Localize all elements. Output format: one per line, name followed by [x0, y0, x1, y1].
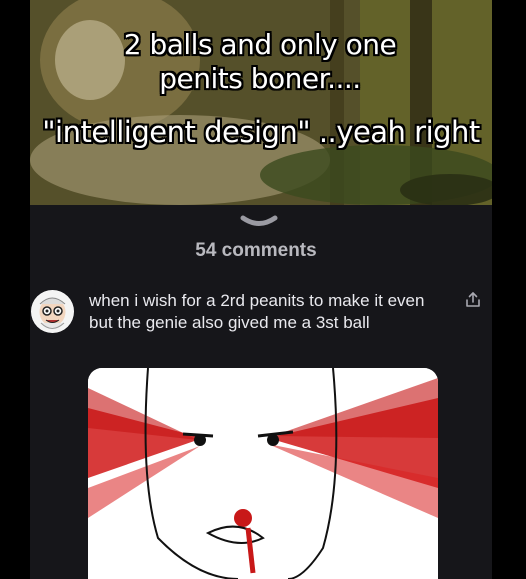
- app-screen: 2 balls and only one penits boner.... "i…: [0, 0, 526, 579]
- comment-image[interactable]: [88, 368, 438, 579]
- meme-caption-line-2: penits boner....: [159, 62, 361, 95]
- post-image[interactable]: 2 balls and only one penits boner.... "i…: [30, 0, 492, 205]
- comment-body: when i wish for a 2rd peanits to make it…: [89, 291, 425, 332]
- avatar[interactable]: [31, 290, 74, 333]
- meme-caption-line-1: 2 balls and only one: [123, 28, 397, 61]
- share-icon[interactable]: [464, 291, 482, 309]
- meme-caption-line-3: "intelligent design" ..yeah right: [42, 115, 480, 149]
- comments-count: 54 comments: [195, 240, 317, 261]
- avatar-face-icon: [31, 290, 74, 333]
- chevron-down-icon[interactable]: [239, 215, 279, 229]
- laser-eyes-face-drawing: [88, 368, 438, 579]
